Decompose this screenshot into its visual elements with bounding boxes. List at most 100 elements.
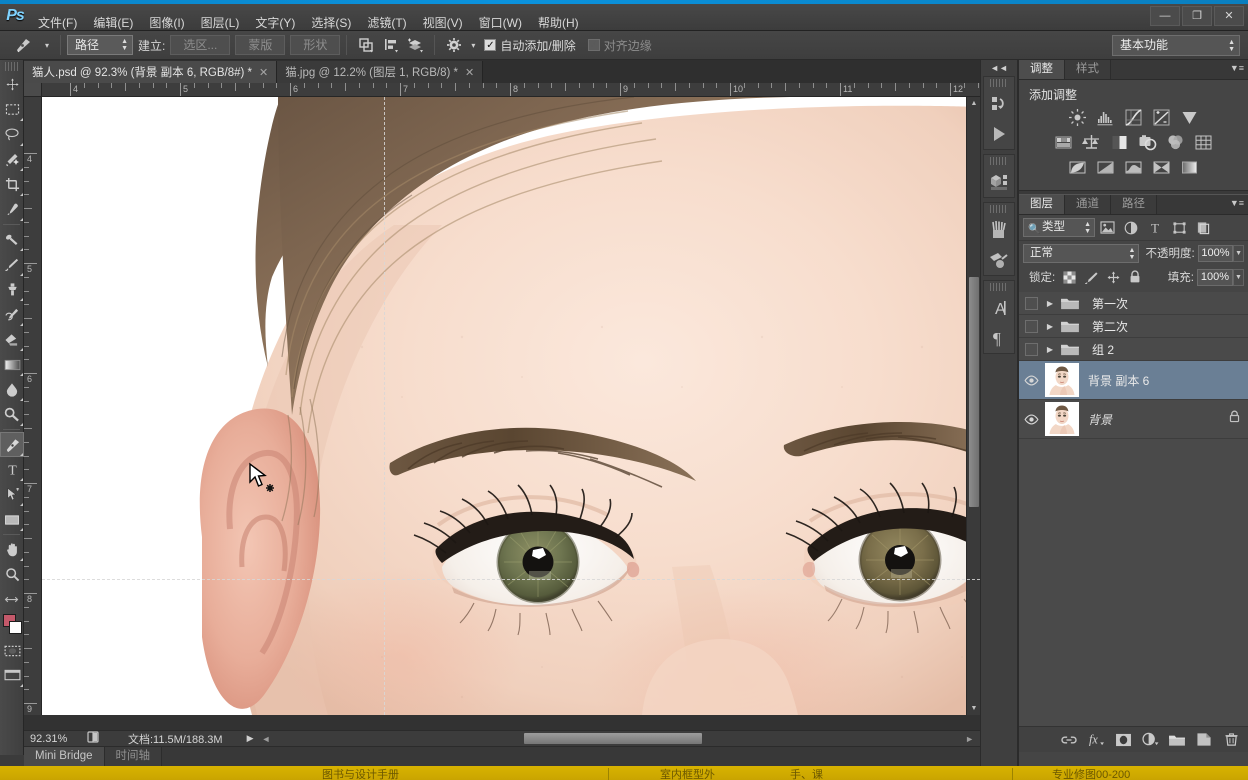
auto-add-delete-checkbox[interactable]: ✓	[484, 39, 497, 51]
document-tab-cat[interactable]: 猫.jpg @ 12.2% (图层 1, RGB/8) * ✕	[277, 61, 484, 83]
document-icon[interactable]	[82, 731, 104, 746]
layer-thumbnail[interactable]	[1045, 363, 1079, 397]
vertical-guide[interactable]	[384, 97, 385, 715]
canvas-vertical-scrollbar[interactable]: ▲ ▼	[966, 97, 980, 715]
brush-tool[interactable]	[0, 252, 24, 277]
expand-group-icon[interactable]: ▶	[1043, 322, 1057, 331]
zoom-tool[interactable]	[0, 562, 24, 587]
panel-grip[interactable]	[990, 157, 1008, 165]
taskbar-item-3[interactable]: 专业修图00-200	[1052, 766, 1130, 780]
make-shape-button[interactable]: 形状	[290, 35, 341, 55]
quick-mask-icon[interactable]	[0, 638, 24, 663]
scroll-right-icon[interactable]: ►	[965, 734, 974, 744]
gear-icon[interactable]	[441, 34, 466, 56]
tab-layers[interactable]: 图层	[1019, 195, 1065, 214]
marquee-tool[interactable]	[0, 97, 24, 122]
background-color-swatch[interactable]	[9, 621, 22, 634]
table-row[interactable]: ▶ 第一次	[1019, 292, 1248, 315]
panel-menu-icon[interactable]: ▼≡	[1230, 63, 1244, 73]
link-layers-icon[interactable]	[1057, 729, 1081, 751]
scroll-down-icon[interactable]: ▼	[967, 702, 981, 715]
gradient-tool[interactable]	[0, 352, 24, 377]
make-selection-button[interactable]: 选区...	[170, 35, 231, 55]
layer-style-icon[interactable]: fx	[1084, 729, 1108, 751]
character-icon[interactable]: A	[984, 293, 1014, 323]
image-canvas[interactable]	[42, 97, 980, 715]
layers-list[interactable]: ▶ 第一次 ▶ 第二次 ▶ 组 2 背景 副本 6 背景	[1019, 292, 1248, 730]
new-adjustment-icon[interactable]	[1138, 729, 1162, 751]
tab-timeline[interactable]: 时间轴	[104, 747, 163, 766]
quick-selection-tool[interactable]	[0, 147, 24, 172]
type-filter-icon[interactable]: T	[1143, 218, 1167, 238]
history-brush-tool[interactable]	[0, 302, 24, 327]
canvas-horizontal-scrollbar-thumb[interactable]	[524, 733, 702, 744]
taskbar-item-2[interactable]: 手、课	[790, 766, 823, 780]
table-row[interactable]: ▶ 第二次	[1019, 315, 1248, 338]
make-mask-button[interactable]: 蒙版	[235, 35, 286, 55]
filter-kind-select[interactable]: 🔍 类型 ▲ ▼	[1023, 218, 1095, 237]
path-mode-select[interactable]: 路径 ▲ ▼	[67, 35, 133, 55]
paragraph-icon[interactable]: ¶	[984, 323, 1014, 353]
panel-grip[interactable]	[990, 283, 1008, 291]
eraser-tool[interactable]	[0, 327, 24, 352]
delete-layer-icon[interactable]	[1219, 729, 1243, 751]
dodge-tool[interactable]	[0, 402, 24, 427]
gradient-map-icon[interactable]	[1180, 157, 1200, 177]
menu-view[interactable]: 视图(V)	[415, 12, 471, 33]
tab-styles[interactable]: 样式	[1065, 60, 1111, 79]
move-tool[interactable]	[0, 72, 24, 97]
adjustment-filter-icon[interactable]	[1119, 218, 1143, 238]
align-edges-checkbox[interactable]: ✓	[587, 39, 600, 51]
horizontal-guide[interactable]	[42, 579, 980, 580]
menu-file[interactable]: 文件(F)	[30, 12, 85, 33]
layer-visibility-toggle[interactable]	[1019, 338, 1043, 360]
blend-mode-select[interactable]: 正常 ▲ ▼	[1023, 243, 1140, 263]
opacity-value[interactable]: 100%	[1197, 244, 1234, 262]
zoom-level[interactable]: 92.31%	[24, 733, 82, 745]
tab-mini-bridge[interactable]: Mini Bridge	[24, 747, 105, 766]
eyedropper-tool[interactable]	[0, 197, 24, 222]
color-lookup-icon[interactable]	[1194, 132, 1214, 152]
smartobject-filter-icon[interactable]	[1191, 218, 1215, 238]
path-alignment-icon[interactable]	[378, 34, 403, 56]
channel-mixer-icon[interactable]	[1166, 132, 1186, 152]
posterize-icon[interactable]	[1096, 157, 1116, 177]
history-icon[interactable]	[984, 89, 1014, 119]
rectangle-tool[interactable]	[0, 507, 24, 532]
layer-visibility-toggle[interactable]	[1019, 315, 1043, 337]
fill-slider-caret-icon[interactable]: ▼	[1233, 268, 1244, 286]
panel-grip[interactable]	[990, 79, 1008, 87]
layer-visibility-toggle[interactable]	[1019, 361, 1043, 399]
hue-saturation-icon[interactable]	[1054, 132, 1074, 152]
selective-color-icon[interactable]	[1152, 157, 1172, 177]
hand-tool[interactable]	[0, 537, 24, 562]
path-operations-icon[interactable]	[353, 34, 378, 56]
menu-type[interactable]: 文字(Y)	[247, 12, 303, 33]
minimize-button[interactable]: —	[1150, 6, 1180, 26]
edit-toolbar-icon[interactable]	[0, 587, 24, 612]
lock-image-icon[interactable]	[1080, 268, 1102, 286]
tab-paths[interactable]: 路径	[1111, 195, 1157, 214]
lock-all-icon[interactable]	[1124, 268, 1146, 286]
vibrance-icon[interactable]	[1180, 107, 1200, 127]
collapse-panels-icon[interactable]: ◄◄	[981, 60, 1017, 76]
color-swatches[interactable]	[0, 612, 24, 638]
photo-filter-icon[interactable]	[1138, 132, 1158, 152]
healing-brush-tool[interactable]	[0, 227, 24, 252]
status-menu-arrow-icon[interactable]: ▶	[247, 733, 254, 744]
curves-icon[interactable]	[1124, 107, 1144, 127]
ruler-corner[interactable]	[24, 83, 42, 97]
document-tab-catperson[interactable]: 猫人.psd @ 92.3% (背景 副本 6, RGB/8#) * ✕	[24, 61, 278, 83]
menu-layer[interactable]: 图层(L)	[193, 12, 248, 33]
lock-transparent-icon[interactable]	[1058, 268, 1080, 286]
lock-position-icon[interactable]	[1102, 268, 1124, 286]
clone-source-icon[interactable]	[984, 245, 1014, 275]
scroll-up-icon[interactable]: ▲	[967, 97, 981, 110]
scrollbar-thumb[interactable]	[969, 277, 979, 507]
new-layer-icon[interactable]	[1192, 729, 1216, 751]
taskbar-item-1[interactable]: 室内框型外	[660, 766, 715, 780]
gear-caret-icon[interactable]: ▾	[466, 41, 480, 50]
brush-preset-icon[interactable]	[984, 215, 1014, 245]
path-arrangement-icon[interactable]	[403, 34, 428, 56]
menu-filter[interactable]: 滤镜(T)	[359, 12, 414, 33]
